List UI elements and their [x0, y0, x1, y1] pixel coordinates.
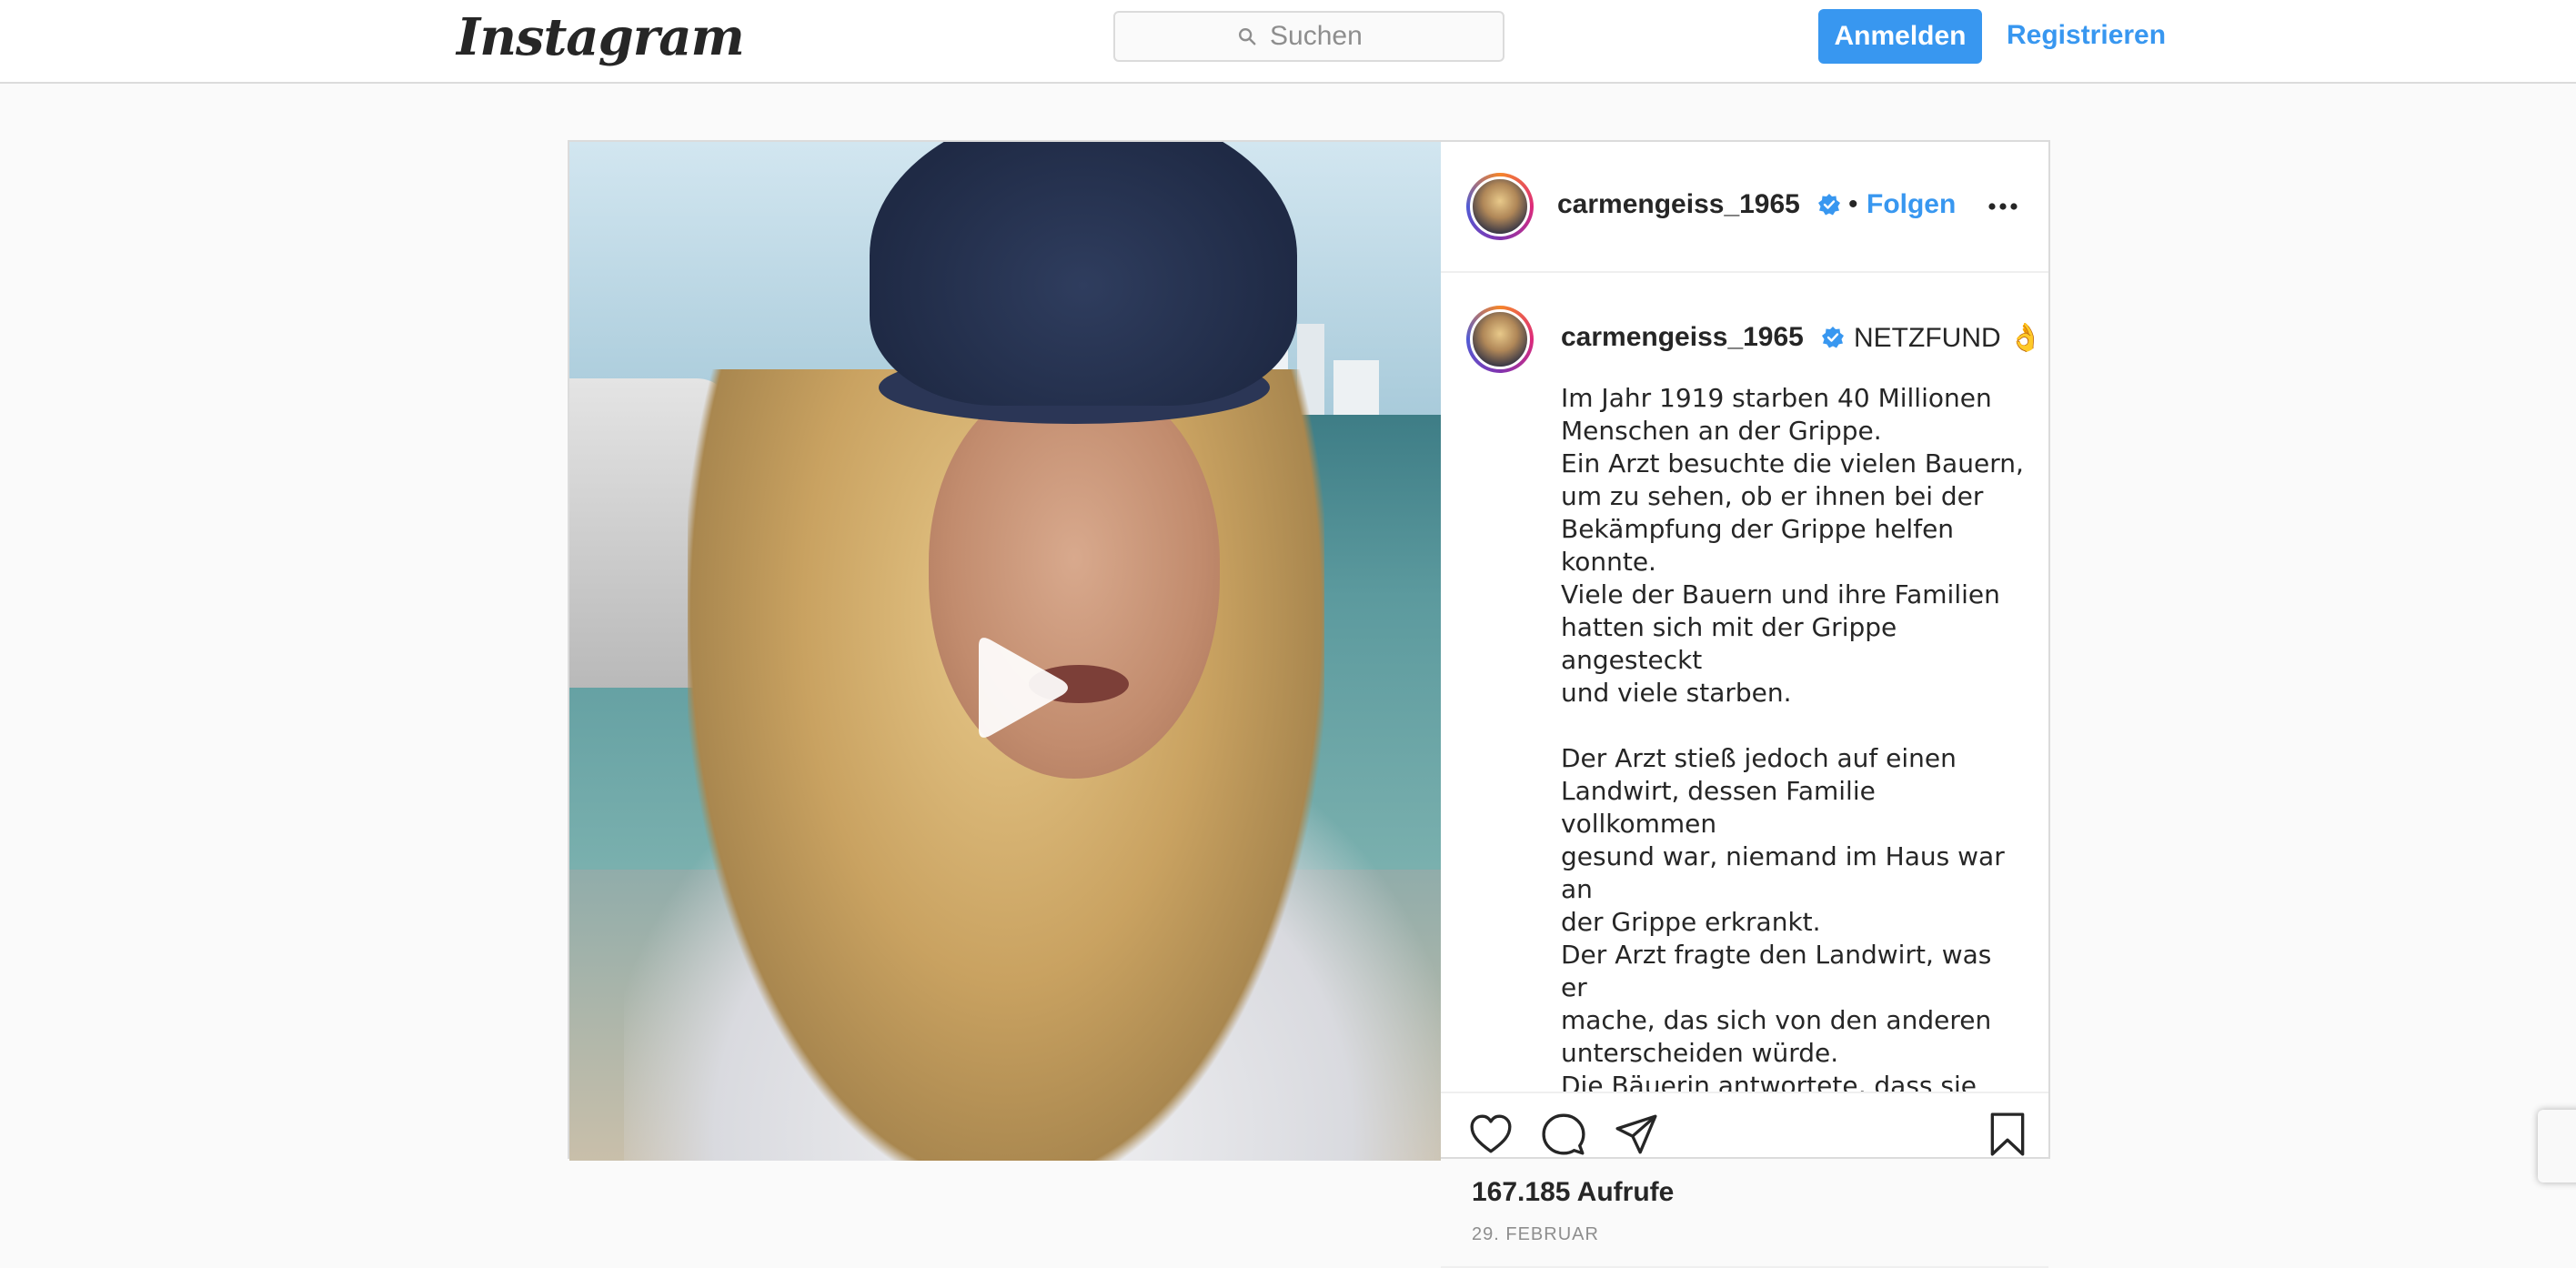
search-input[interactable]: [1268, 20, 1381, 53]
share-icon[interactable]: [1614, 1112, 1659, 1157]
top-navigation-bar: Instagram Anmelden Registrieren: [0, 0, 2576, 84]
post-date: 29. FEBRUAR: [1472, 1224, 1599, 1244]
heart-icon[interactable]: [1468, 1112, 1514, 1157]
more-options-icon[interactable]: [1988, 202, 2018, 211]
view-count[interactable]: 167.185 Aufrufe: [1472, 1177, 1674, 1208]
bookmark-icon[interactable]: [1985, 1112, 2030, 1157]
play-icon[interactable]: [951, 624, 1079, 751]
video-frame-cap: [870, 142, 1297, 406]
caption-text: Im Jahr 1919 starben 40 Millionen Mensch…: [1561, 383, 2024, 1093]
comment-icon[interactable]: [1541, 1112, 1586, 1157]
post-card: carmengeiss_1965 • Folgen carmengeiss_19…: [568, 140, 2050, 1268]
post-header: carmengeiss_1965 • Folgen: [1441, 142, 2048, 273]
caption-author-username[interactable]: carmengeiss_1965: [1561, 322, 1804, 353]
search-icon: [1239, 28, 1256, 45]
caption-headline: NETZFUND 👌: [1854, 323, 2043, 353]
register-link[interactable]: Registrieren: [2007, 15, 2166, 56]
caption-title-line: carmengeiss_1965 NETZFUND 👌: [1561, 322, 2042, 355]
video-player[interactable]: [569, 142, 1441, 1161]
post-sidebar: carmengeiss_1965 • Folgen carmengeiss_19…: [1441, 142, 2048, 1268]
separator-dot: •: [1848, 189, 1858, 219]
search-box[interactable]: [1113, 11, 1504, 62]
recaptcha-badge[interactable]: [2538, 1110, 2576, 1182]
avatar[interactable]: [1466, 173, 1534, 240]
verified-badge-icon: [1818, 194, 1840, 216]
avatar-image: [1470, 176, 1530, 236]
post-actions-bar: [1441, 1093, 2048, 1161]
instagram-logo[interactable]: Instagram: [457, 5, 745, 69]
login-button[interactable]: Anmelden: [1818, 9, 1982, 64]
post-author-username[interactable]: carmengeiss_1965: [1557, 189, 1800, 220]
verified-badge-icon: [1822, 327, 1844, 348]
caption-avatar[interactable]: [1466, 306, 1534, 373]
follow-button[interactable]: Folgen: [1867, 189, 1956, 220]
caption-avatar-image: [1470, 309, 1530, 369]
caption-section: carmengeiss_1965 NETZFUND 👌 Im Jahr 1919…: [1441, 273, 2048, 1093]
